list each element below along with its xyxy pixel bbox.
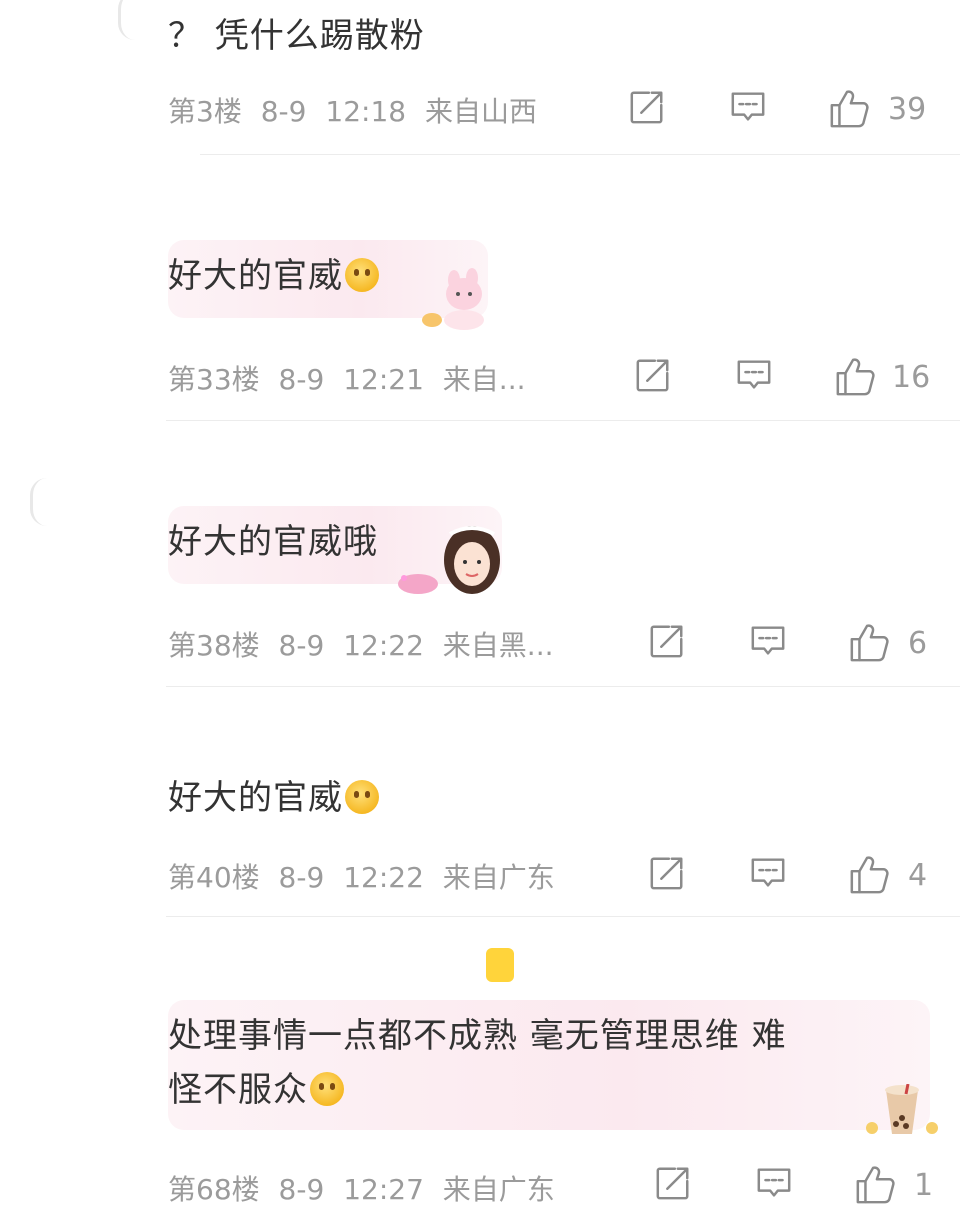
comment-actions: 4 [0, 854, 960, 902]
divider [166, 420, 960, 421]
like-count: 4 [908, 858, 928, 893]
thumbs-up-icon [834, 356, 876, 398]
comment-icon [734, 356, 774, 394]
comment-text-line2: 怪不服众 [168, 1066, 344, 1114]
comment-actions: 39 [0, 88, 960, 136]
divider [166, 686, 960, 687]
share-icon [634, 356, 672, 394]
comment-item: ？ 凭什么踢散粉 第3楼 8-9 12:18 来自山西 39 [0, 0, 960, 156]
comment-icon [748, 622, 788, 660]
comment-item: 好大的官威哦 第38楼 8-9 12:22 来自黑... 6 [0, 422, 960, 688]
comment-text: 好大的官威 [168, 774, 379, 822]
comment-text: ？ 凭什么踢散粉 [168, 16, 425, 56]
comment-actions: 6 [0, 622, 960, 670]
divider [166, 916, 960, 917]
reply-button[interactable] [748, 622, 788, 666]
like-count: 39 [888, 92, 927, 127]
like-button[interactable] [834, 356, 876, 400]
like-button[interactable] [854, 1164, 896, 1208]
bubble-tea-sticker-icon [866, 1084, 938, 1134]
comment-icon [748, 854, 788, 892]
share-button[interactable] [654, 1164, 692, 1208]
bunny-sticker-icon [422, 268, 484, 330]
comment-item: 好大的官威 第40楼 8-9 12:22 来自广东 4 [0, 688, 960, 918]
girl-sticker-icon [398, 526, 500, 594]
reply-button[interactable] [748, 854, 788, 898]
emoji-icon [345, 780, 379, 814]
share-button[interactable] [648, 854, 686, 898]
reply-button[interactable] [734, 356, 774, 400]
comment-actions: 1 [0, 1164, 960, 1212]
like-count: 1 [914, 1168, 934, 1203]
share-icon [648, 854, 686, 892]
thumbs-up-icon [828, 88, 870, 130]
like-count: 6 [908, 626, 928, 661]
reply-button[interactable] [754, 1164, 794, 1208]
share-icon [628, 88, 666, 126]
share-button[interactable] [648, 622, 686, 666]
comment-icon [754, 1164, 794, 1202]
like-button[interactable] [828, 88, 870, 132]
avatar[interactable] [30, 478, 67, 526]
share-icon [654, 1164, 692, 1202]
share-icon [648, 622, 686, 660]
thumbs-up-icon [848, 854, 890, 896]
comment-text-line1: 处理事情一点都不成熟 毫无管理思维 难 [168, 1016, 787, 1056]
level-badge-icon [486, 948, 514, 982]
comment-item: 处理事情一点都不成熟 毫无管理思维 难 怪不服众 第68楼 8-9 12:27 … [0, 918, 960, 1208]
reply-button[interactable] [728, 88, 768, 132]
comment-item: 好大的官威 第33楼 8-9 12:21 来自... 16 [0, 156, 960, 422]
like-count: 16 [892, 360, 931, 395]
share-button[interactable] [634, 356, 672, 400]
comment-icon [728, 88, 768, 126]
comment-text: 好大的官威 [168, 252, 379, 300]
share-button[interactable] [628, 88, 666, 132]
like-button[interactable] [848, 622, 890, 666]
thumbs-up-icon [854, 1164, 896, 1206]
comment-text-content: 怪不服众 [168, 1070, 308, 1110]
comment-text: 好大的官威哦 [168, 522, 378, 562]
emoji-icon [345, 258, 379, 292]
thumbs-up-icon [848, 622, 890, 664]
divider [200, 154, 960, 155]
comment-text-content: 好大的官威 [168, 256, 343, 296]
avatar[interactable] [118, 0, 155, 40]
comment-text-content: 好大的官威 [168, 778, 343, 818]
emoji-icon [310, 1072, 344, 1106]
like-button[interactable] [848, 854, 890, 898]
comment-actions: 16 [0, 356, 960, 404]
